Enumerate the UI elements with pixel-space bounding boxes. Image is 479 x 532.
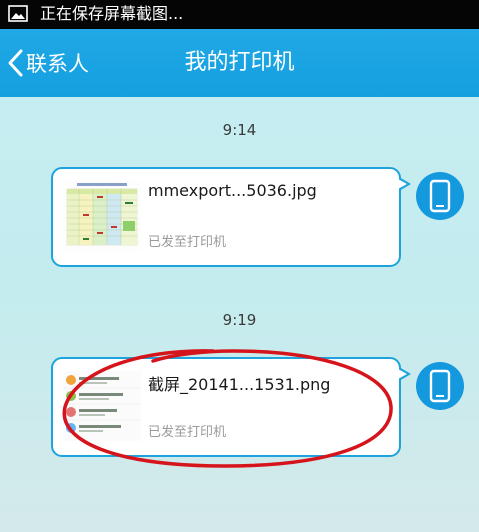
bubble-tail — [398, 177, 411, 191]
page-title: 我的打印机 — [184, 50, 295, 75]
image-thumbnail[interactable] — [63, 181, 141, 251]
message-bubble[interactable]: 截屏_20141...1531.png 已发至打印机 — [51, 357, 411, 457]
avatar[interactable] — [416, 172, 464, 220]
avatar[interactable] — [416, 362, 464, 410]
message-bubble[interactable]: mmexport...5036.jpg 已发至打印机 — [51, 167, 411, 267]
status-notification-text: 正在保存屏幕截图... — [40, 4, 184, 23]
chat-screen: 正在保存屏幕截图... 联系人 我的打印机 9:14 mmexport...50… — [0, 0, 479, 532]
file-name: mmexport...5036.jpg — [148, 181, 317, 200]
file-name: 截屏_20141...1531.png — [148, 375, 331, 394]
status-bar: 正在保存屏幕截图... — [0, 0, 479, 29]
bubble-tail — [398, 367, 411, 381]
title-bar: 联系人 我的打印机 — [0, 29, 479, 97]
image-thumbnail[interactable] — [63, 371, 141, 441]
send-status: 已发至打印机 — [148, 425, 227, 440]
image-icon — [8, 5, 28, 22]
phone-icon — [429, 369, 451, 403]
message-time: 9:19 — [222, 311, 257, 329]
message-time: 9:14 — [222, 121, 257, 139]
send-status: 已发至打印机 — [148, 235, 227, 250]
phone-icon — [429, 179, 451, 213]
